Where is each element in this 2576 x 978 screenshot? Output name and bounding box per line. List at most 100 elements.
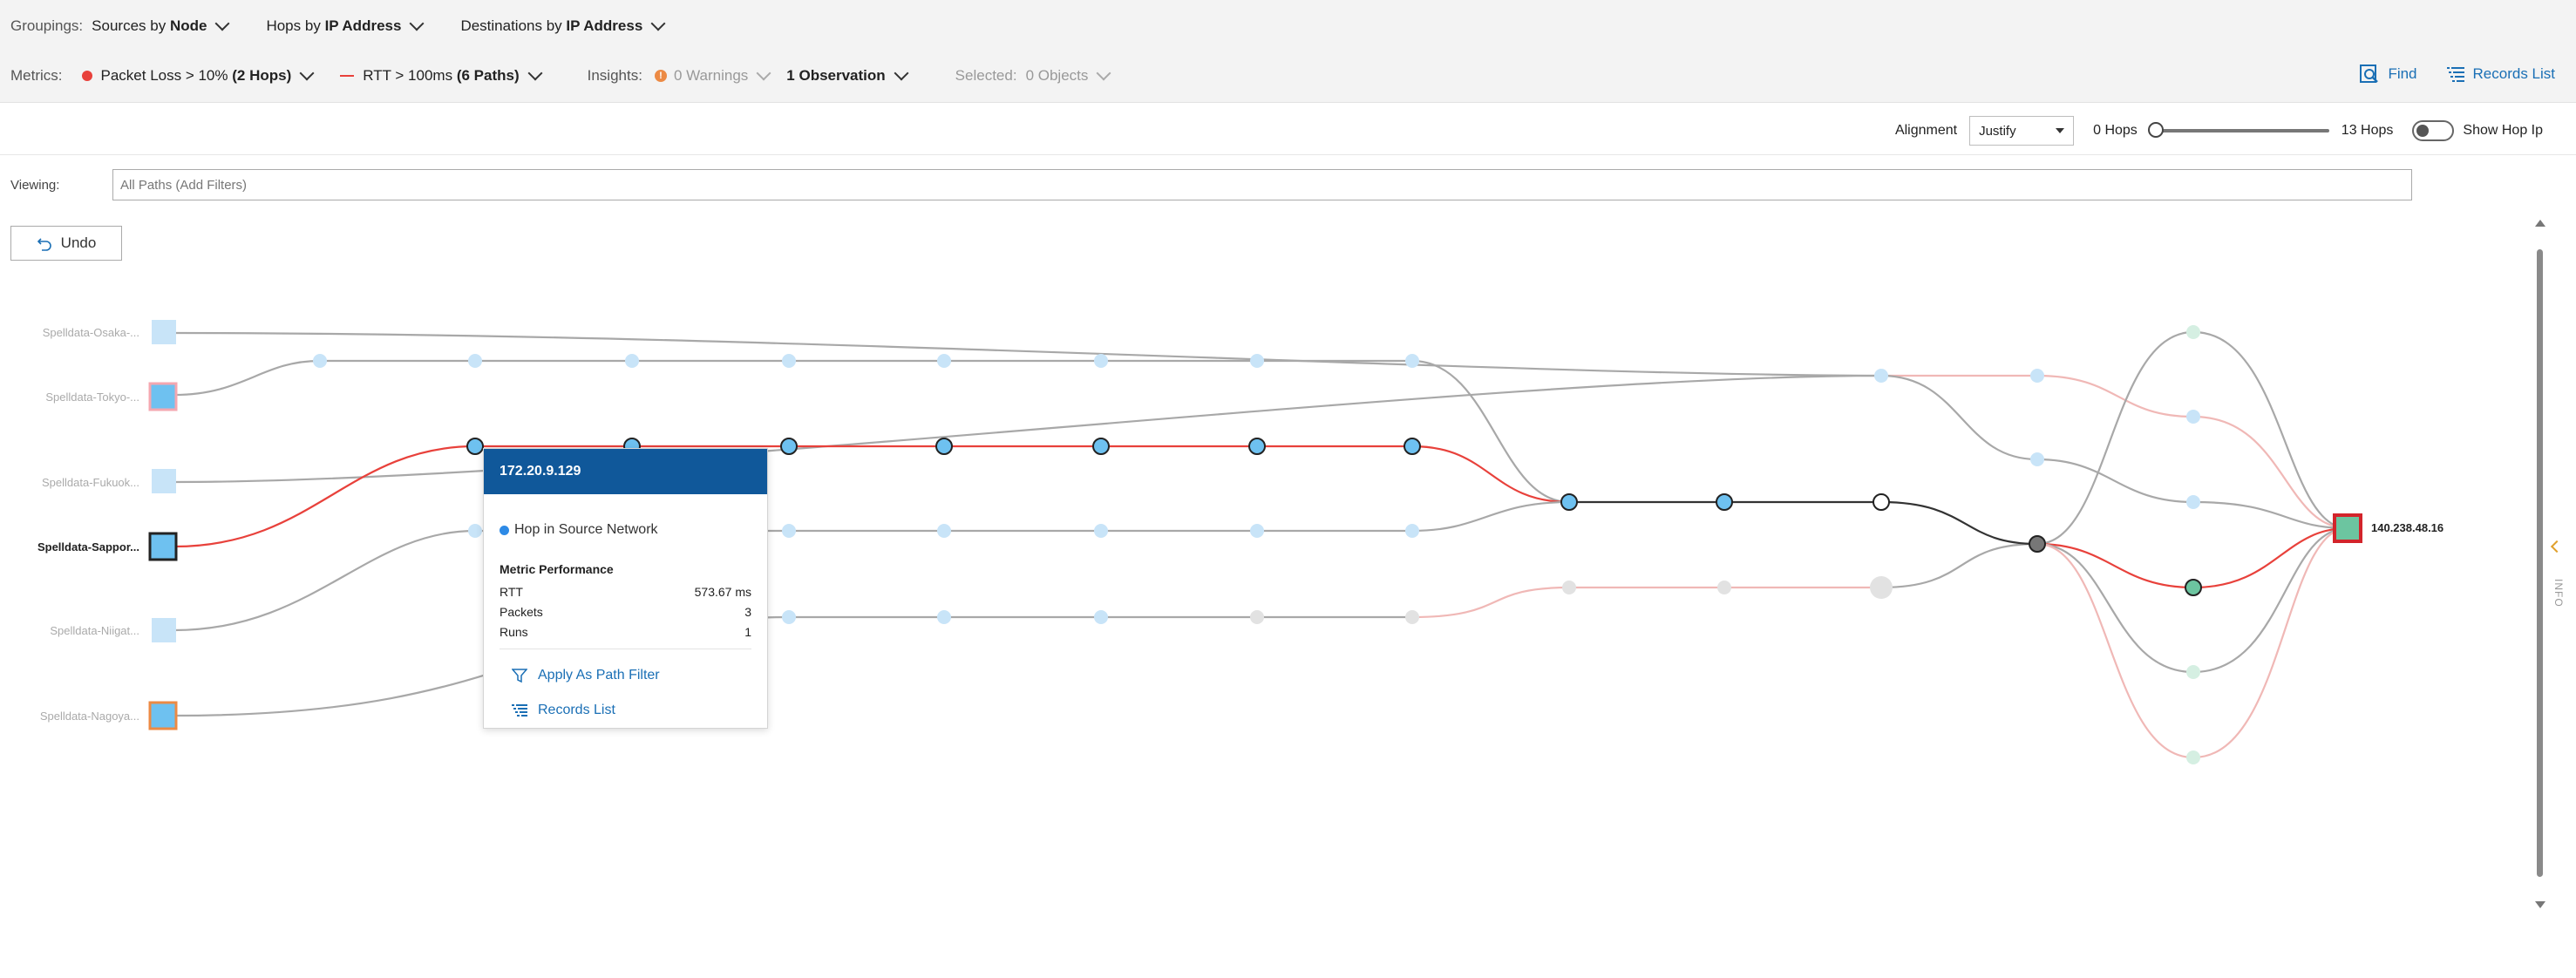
path-link (2036, 458, 2348, 530)
chevron-down-icon (409, 16, 425, 31)
warning-icon: ! (654, 70, 667, 82)
slider-handle[interactable] (2147, 122, 2164, 138)
find-icon (2360, 65, 2379, 83)
caret-down-icon (2056, 128, 2065, 133)
hop-node (466, 438, 484, 455)
destination-label[interactable]: 140.238.48.16 (2371, 521, 2443, 534)
hop-node (1405, 524, 1419, 538)
source-label-osaka[interactable]: Spelldata-Osaka-... (9, 326, 139, 339)
path-link (173, 615, 1412, 717)
source-label-fukuoka[interactable]: Spelldata-Fukuok... (9, 476, 139, 489)
hop-node (2029, 535, 2046, 553)
viewing-label: Viewing: (10, 178, 60, 193)
hop-node (782, 524, 796, 538)
source-node-niigata (152, 618, 176, 642)
selected-label: Selected: (955, 67, 1017, 84)
hop-node (1717, 581, 1731, 594)
chevron-down-icon (299, 65, 315, 81)
path-link (2036, 526, 2348, 674)
hop-node (313, 354, 327, 368)
path-link (1411, 445, 1570, 504)
source-node-tokyo (148, 382, 178, 411)
scroll-up-icon[interactable] (2535, 220, 2545, 227)
apply-path-filter-button[interactable]: Apply As Path Filter (512, 658, 767, 693)
hop-node (1250, 610, 1264, 624)
path-link (1880, 374, 2038, 461)
destination-node (2333, 513, 2362, 543)
chevron-down-icon (527, 65, 543, 81)
source-label-niigata[interactable]: Spelldata-Niigat... (9, 624, 139, 637)
scroll-thumb[interactable] (2537, 249, 2543, 877)
filter-icon (512, 669, 527, 683)
path-filter-input[interactable]: All Paths (Add Filters) (112, 169, 2412, 200)
rtt-row: RTT 573.67 ms (500, 584, 751, 599)
toolbar-actions: Find Records List (2360, 65, 2555, 84)
hop-node (1873, 493, 1890, 511)
records-list-button[interactable]: Records List (2473, 65, 2555, 83)
hops-max-label: 13 Hops (2341, 123, 2394, 138)
destinations-grouping-dropdown[interactable]: Destinations by IP Address (460, 16, 666, 35)
upper-hops (1874, 369, 2200, 509)
path-link (173, 331, 1882, 377)
path-link (1411, 586, 1881, 619)
rtt-line-icon (340, 75, 355, 77)
hop-node (1716, 493, 1733, 511)
alignment-label: Alignment (1894, 123, 1958, 138)
chevron-down-icon (650, 16, 666, 31)
hop-node (1250, 524, 1264, 538)
hop-node (937, 524, 951, 538)
hop-node (468, 524, 482, 538)
groupings-row: Groupings: Sources by Node Hops by IP Ad… (10, 16, 702, 37)
chevron-down-icon (756, 65, 771, 81)
hop-node (2185, 579, 2202, 596)
scroll-down-icon[interactable] (2535, 901, 2545, 908)
hop-node (1094, 610, 1108, 624)
chevron-down-icon (1096, 65, 1111, 81)
chevron-down-icon (894, 65, 909, 81)
hop-node (2186, 665, 2200, 679)
source-node-osaka (152, 320, 176, 344)
toolbar: Groupings: Sources by Node Hops by IP Ad… (0, 0, 2576, 103)
hops-min-label: 0 Hops (2093, 123, 2138, 138)
metrics-label: Metrics: (10, 67, 63, 84)
sources-grouping-dropdown[interactable]: Sources by Node (92, 16, 230, 35)
alignment-select[interactable]: Justify (1969, 116, 2075, 146)
hop-node (780, 438, 798, 455)
hop-node (2186, 410, 2200, 424)
hop-detail-popup: 172.20.9.129 Hop in Source Network Metri… (483, 448, 768, 729)
info-panel-tab[interactable]: INFO (2552, 579, 2565, 608)
hop-node (2030, 369, 2044, 383)
metrics-row: Metrics: Packet Loss > 10% (2 Hops) RTT … (10, 65, 1147, 86)
show-hop-ip-toggle[interactable] (2412, 120, 2455, 141)
vertical-scrollbar[interactable] (2534, 220, 2546, 908)
final-hops (2185, 325, 2202, 764)
hop-node (1092, 438, 1110, 455)
observation-dropdown[interactable]: 1 Observation (786, 65, 909, 85)
groupings-label: Groupings: (10, 17, 84, 34)
hop-node (1874, 369, 1888, 383)
path-link (1880, 542, 2038, 589)
source-label-tokyo[interactable]: Spelldata-Tokyo-... (9, 391, 139, 404)
hop-node (625, 354, 639, 368)
hop-node (1404, 438, 1421, 455)
path-link (2036, 330, 2348, 546)
packet-loss-dropdown[interactable]: Packet Loss > 10% (2 Hops) (81, 65, 315, 85)
packets-row: Packets 3 (500, 604, 751, 619)
hop-node (937, 610, 951, 624)
warnings-dropdown[interactable]: ! 0 Warnings (654, 65, 771, 85)
records-list-icon (2446, 67, 2464, 82)
rtt-dropdown[interactable]: RTT > 100ms (6 Paths) (340, 65, 543, 85)
hop-node (782, 610, 796, 624)
find-button[interactable]: Find (2388, 65, 2416, 83)
selected-dropdown[interactable]: 0 Objects (1026, 65, 1111, 85)
source-label-nagoya[interactable]: Spelldata-Nagoya... (9, 710, 139, 723)
hops-grouping-dropdown[interactable]: Hops by IP Address (266, 16, 425, 35)
source-label-sapporo[interactable]: Spelldata-Sappor... (9, 540, 139, 554)
hops-slider[interactable] (2147, 122, 2329, 139)
divider (0, 154, 2576, 155)
show-hop-ip-label: Show Hop Ip (2463, 123, 2543, 138)
hop-node (2030, 452, 2044, 466)
hop-node (2186, 750, 2200, 764)
source-network-dot-icon (500, 525, 509, 535)
popup-records-list-button[interactable]: Records List (512, 693, 767, 728)
